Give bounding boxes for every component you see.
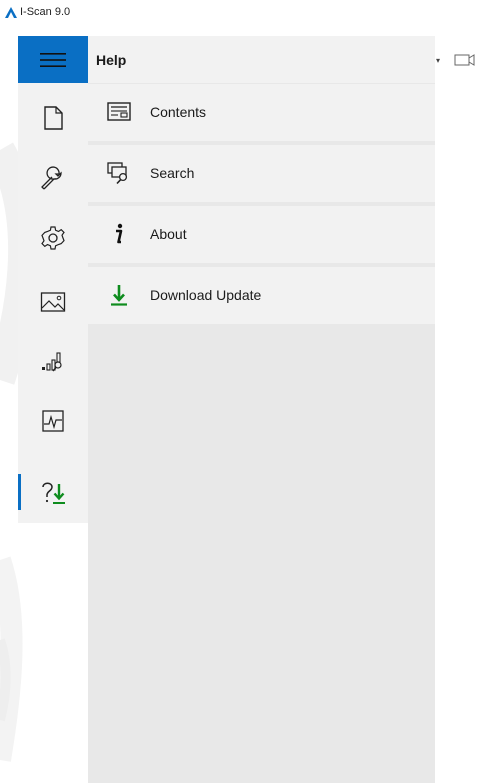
- rail-item-file[interactable]: [18, 88, 88, 148]
- new-file-icon: [44, 106, 63, 130]
- rail-item-tools[interactable]: [18, 149, 88, 209]
- panel-title: Help: [96, 52, 127, 68]
- contents-icon: [106, 98, 132, 126]
- title-bar: I-Scan 9.0: [0, 0, 481, 36]
- help-panel: Help Contents Search About Download Upda…: [88, 36, 435, 783]
- menu-item-label: Download Update: [150, 287, 262, 303]
- window-title: I-Scan 9.0: [20, 6, 71, 18]
- rail-item-settings[interactable]: [18, 208, 88, 268]
- rail-item-graph[interactable]: [18, 391, 88, 451]
- dropdown-arrow-icon[interactable]: ▾: [436, 56, 440, 65]
- menu-item-search[interactable]: Search: [88, 145, 435, 202]
- help-download-icon: [42, 482, 65, 504]
- menu-item-label: Search: [150, 165, 195, 181]
- graph-frame-icon: [42, 410, 64, 432]
- menu-item-label: Contents: [150, 104, 207, 120]
- menu-item-contents[interactable]: Contents: [88, 84, 435, 141]
- rail-item-help[interactable]: [18, 461, 88, 523]
- navigation-rail: [18, 36, 88, 523]
- wrench-icon: [41, 166, 62, 190]
- panel-header: Help: [88, 36, 435, 83]
- search-windows-icon: [106, 159, 132, 187]
- app-logo-icon: [5, 7, 17, 18]
- hamburger-icon: [40, 52, 66, 67]
- rail-item-image[interactable]: [18, 272, 88, 332]
- info-icon: [106, 220, 132, 248]
- menu-item-download-update[interactable]: Download Update: [88, 267, 435, 324]
- hamburger-menu-button[interactable]: [18, 36, 88, 83]
- menu-item-about[interactable]: About: [88, 206, 435, 263]
- download-arrow-icon: [106, 281, 132, 309]
- gear-icon: [41, 226, 65, 250]
- menu-item-label: About: [150, 226, 187, 242]
- bar-analysis-icon: [42, 352, 62, 372]
- video-camera-icon[interactable]: [454, 53, 481, 67]
- rail-item-analysis[interactable]: [18, 332, 88, 392]
- image-icon: [40, 292, 66, 312]
- active-indicator: [18, 474, 21, 510]
